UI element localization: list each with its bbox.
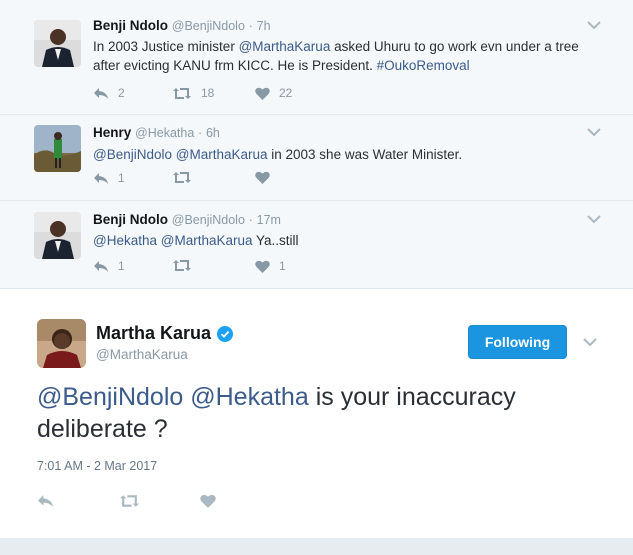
separator-dot: · bbox=[248, 213, 253, 227]
mention-link[interactable]: @BenjiNdolo bbox=[37, 383, 183, 411]
thread-tweet[interactable]: Benji Ndolo @BenjiNdolo · 7h In 2003 Jus… bbox=[0, 0, 633, 115]
reply-button[interactable]: 1 bbox=[93, 259, 125, 273]
retweet-icon bbox=[173, 172, 191, 183]
author-name-text[interactable]: Martha Karua bbox=[96, 323, 211, 344]
text-segment: in 2003 she was Water Minister. bbox=[267, 147, 463, 162]
like-button[interactable]: 1 bbox=[255, 259, 286, 273]
heart-icon bbox=[200, 494, 216, 508]
retweet-button[interactable] bbox=[172, 259, 192, 272]
conversation-thread: Benji Ndolo @BenjiNdolo · 7h In 2003 Jus… bbox=[0, 0, 633, 288]
user-name[interactable]: Benji Ndolo bbox=[93, 18, 168, 33]
separator-dot: · bbox=[248, 19, 253, 33]
tweet-time[interactable]: 6h bbox=[206, 126, 220, 140]
reply-icon bbox=[38, 495, 53, 507]
avatar[interactable] bbox=[37, 319, 86, 368]
reply-icon bbox=[94, 87, 108, 99]
avatar[interactable] bbox=[34, 20, 81, 67]
retweet-count: 18 bbox=[201, 86, 215, 100]
reply-button[interactable]: 1 bbox=[93, 171, 125, 185]
thread-tweet[interactable]: Henry @Hekatha · 6h @BenjiNdolo @MarthaK… bbox=[0, 115, 633, 201]
like-count: 1 bbox=[279, 259, 286, 273]
heart-icon bbox=[255, 87, 270, 100]
reply-button[interactable] bbox=[37, 494, 54, 508]
retweet-icon bbox=[120, 495, 139, 507]
like-button[interactable]: 22 bbox=[255, 86, 292, 100]
retweet-button[interactable] bbox=[172, 171, 192, 184]
avatar[interactable] bbox=[34, 125, 81, 172]
user-name[interactable]: Benji Ndolo bbox=[93, 212, 168, 227]
avatar[interactable] bbox=[34, 212, 81, 259]
mention-link[interactable]: @Hekatha bbox=[93, 233, 157, 248]
reply-button[interactable]: 2 bbox=[93, 86, 125, 100]
chevron-down-icon[interactable] bbox=[587, 127, 601, 137]
tweet-header: Henry @Hekatha · 6h bbox=[93, 125, 220, 140]
footer-divider bbox=[0, 538, 633, 555]
reply-count: 2 bbox=[118, 86, 125, 100]
tweet-time[interactable]: 17m bbox=[257, 213, 281, 227]
tweet-text: @Hekatha @MarthaKarua Ya..still bbox=[93, 231, 593, 250]
reply-count: 1 bbox=[118, 259, 125, 273]
author-name[interactable]: Martha Karua bbox=[96, 323, 234, 344]
author-handle[interactable]: @MarthaKarua bbox=[96, 347, 188, 362]
user-handle[interactable]: @Hekatha bbox=[135, 126, 194, 140]
retweet-button[interactable]: 18 bbox=[172, 86, 214, 100]
mention-link[interactable]: @BenjiNdolo bbox=[93, 147, 172, 162]
retweet-button[interactable] bbox=[119, 494, 140, 508]
reply-count: 1 bbox=[118, 171, 125, 185]
chevron-down-icon[interactable] bbox=[583, 337, 597, 347]
chevron-down-icon[interactable] bbox=[587, 20, 601, 30]
reply-icon bbox=[94, 172, 108, 184]
user-handle[interactable]: @BenjiNdolo bbox=[172, 213, 245, 227]
separator-dot: · bbox=[198, 126, 203, 140]
following-button[interactable]: Following bbox=[468, 325, 567, 359]
mention-link[interactable]: @MarthaKarua bbox=[239, 39, 331, 54]
user-handle[interactable]: @BenjiNdolo bbox=[172, 19, 245, 33]
verified-badge-icon bbox=[217, 325, 234, 342]
text-segment: In 2003 Justice minister bbox=[93, 39, 239, 54]
tweet-time[interactable]: 7h bbox=[257, 19, 271, 33]
tweet-text: In 2003 Justice minister @MarthaKarua as… bbox=[93, 37, 593, 75]
main-tweet: Martha Karua @MarthaKarua Following @Ben… bbox=[0, 288, 633, 538]
thread-tweet[interactable]: Benji Ndolo @BenjiNdolo · 17m @Hekatha @… bbox=[0, 201, 633, 288]
tweet-header: Benji Ndolo @BenjiNdolo · 17m bbox=[93, 212, 281, 227]
mention-link[interactable]: @MarthaKarua bbox=[176, 147, 268, 162]
retweet-icon bbox=[173, 260, 191, 271]
tweet-text: @BenjiNdolo @MarthaKarua in 2003 she was… bbox=[93, 145, 593, 164]
chevron-down-icon[interactable] bbox=[587, 214, 601, 224]
tweet-timestamp[interactable]: 7:01 AM - 2 Mar 2017 bbox=[37, 459, 157, 473]
user-name[interactable]: Henry bbox=[93, 125, 131, 140]
mention-link[interactable]: @Hekatha bbox=[190, 383, 309, 411]
heart-icon bbox=[255, 171, 270, 184]
like-count: 22 bbox=[279, 86, 293, 100]
like-button[interactable] bbox=[255, 171, 270, 184]
hashtag-link[interactable]: #OukoRemoval bbox=[377, 58, 470, 73]
mention-link[interactable]: @MarthaKarua bbox=[161, 233, 253, 248]
reply-icon bbox=[94, 260, 108, 272]
text-segment: Ya..still bbox=[252, 233, 299, 248]
tweet-text: @BenjiNdolo @Hekatha is your inaccuracy … bbox=[37, 381, 597, 445]
retweet-icon bbox=[173, 87, 191, 99]
tweet-header: Benji Ndolo @BenjiNdolo · 7h bbox=[93, 18, 271, 33]
like-button[interactable] bbox=[200, 494, 216, 508]
heart-icon bbox=[255, 260, 270, 273]
